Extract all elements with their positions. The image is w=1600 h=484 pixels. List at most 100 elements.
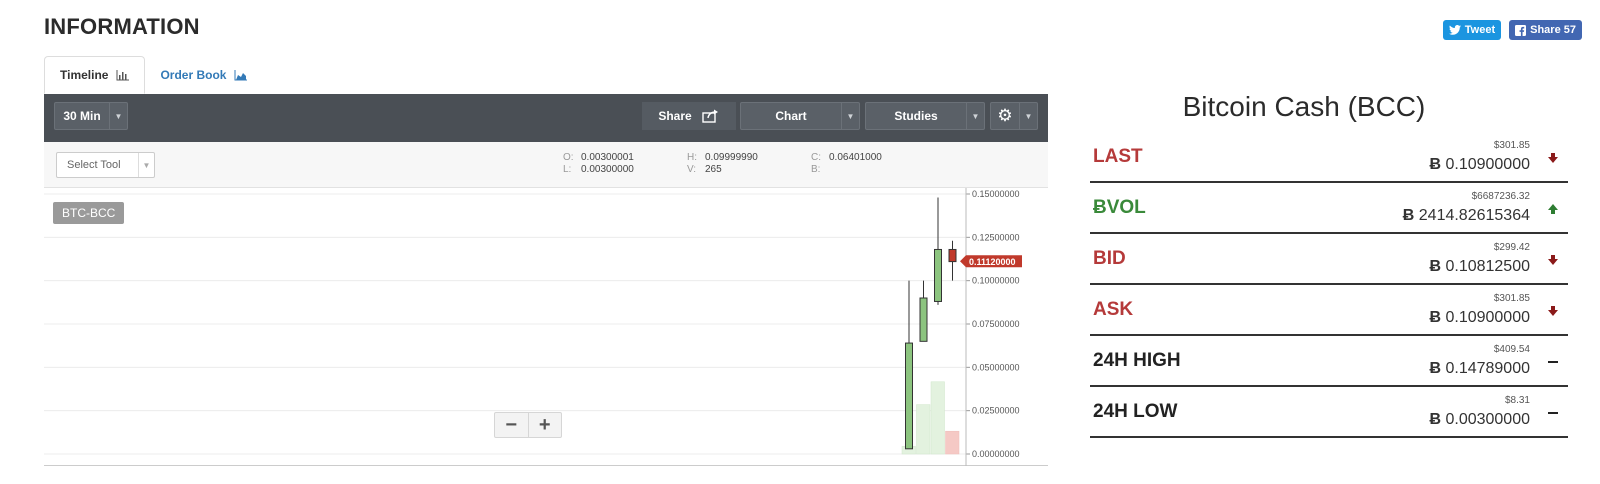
facebook-icon <box>1515 24 1527 36</box>
tweet-button[interactable]: Tweet <box>1442 20 1502 40</box>
select-tool-dropdown[interactable]: Select Tool ▼ <box>56 152 155 178</box>
share-label: Share <box>658 109 692 123</box>
btc-symbol: Ƀ <box>1429 309 1442 326</box>
stat-btc-amount: 0.00300000 <box>1445 411 1530 428</box>
high-key: H: <box>687 152 697 163</box>
arrow-down-icon <box>1546 304 1560 318</box>
stat-row: 24H HIGH $409.54 Ƀ 0.14789000 <box>1090 336 1568 387</box>
stat-label: LAST <box>1093 146 1143 168</box>
stat-label-text: BID <box>1093 248 1126 269</box>
low-key: L: <box>563 164 572 175</box>
stat-label: 24H LOW <box>1093 401 1177 423</box>
stat-label: ASK <box>1093 299 1133 321</box>
volume-key: V: <box>687 164 697 175</box>
volume-bar <box>930 381 945 455</box>
btc-symbol: Ƀ <box>1402 207 1415 224</box>
tab-timeline-label: Timeline <box>60 68 109 82</box>
last-price-label: 0.11120000 <box>969 257 1016 267</box>
chevron-down-icon: ▼ <box>841 103 859 129</box>
chart-tabs: Timeline Order Book <box>44 56 262 94</box>
ohlc-close: C: 0.06401000 B: <box>811 152 882 176</box>
stat-btc-value: Ƀ 2414.82615364 <box>1403 207 1530 225</box>
stat-label-text: LAST <box>1093 146 1143 167</box>
close-key: C: <box>811 152 821 163</box>
candle-body <box>948 248 957 263</box>
btc-symbol: Ƀ <box>1429 360 1442 377</box>
facebook-share-button[interactable]: Share 57 <box>1509 20 1582 40</box>
coin-title: Bitcoin Cash (BCC) <box>1182 91 1426 122</box>
arrow-down-icon <box>1546 151 1560 165</box>
stat-row: BID $299.42 Ƀ 0.10812500 <box>1090 234 1568 285</box>
interval-dropdown[interactable]: 30 Min ▼ <box>54 102 128 130</box>
ohlc-high-volume: H: 0.09999990 V: 265 <box>687 152 758 176</box>
stat-label-text: 24H LOW <box>1093 401 1178 422</box>
market-info-panel: Bitcoin Cash (BCC) LAST $301.85 Ƀ 0.109000… <box>1090 82 1568 438</box>
page-title: INFORMATION <box>44 14 200 39</box>
btc-symbol: Ƀ <box>1429 258 1442 275</box>
stat-btc-amount: 0.14789000 <box>1445 360 1530 377</box>
zoom-out-button[interactable]: − <box>495 413 528 437</box>
y-tick-label: 0.12500000 <box>972 232 1020 242</box>
bar-chart-icon <box>116 69 130 80</box>
stat-label-text: VOL <box>1106 197 1146 218</box>
chart-toolbar: 30 Min ▼ Share Chart ▼ Studies ▼ ⚙ ▼ <box>44 94 1048 142</box>
chart-plot-area[interactable]: 0.15000000 0.12500000 0.10000000 0.07500000… <box>44 188 1048 466</box>
stat-label-text: 24H HIGH <box>1093 350 1181 371</box>
stat-row: LAST $301.85 Ƀ 0.10900000 <box>1090 132 1568 183</box>
stat-btc-amount: 0.10812500 <box>1445 258 1530 275</box>
stat-usd-value: $409.54 <box>1493 344 1530 355</box>
y-tick-label: 0.00000000 <box>972 449 1020 459</box>
facebook-share-label: Share 57 <box>1530 24 1576 36</box>
price-chart-panel: 30 Min ▼ Share Chart ▼ Studies ▼ ⚙ ▼ Sel… <box>44 94 1048 466</box>
stat-label: BID <box>1093 248 1126 270</box>
volume-value: 265 <box>705 164 722 175</box>
candle-body <box>905 342 913 450</box>
stat-usd-value: $8.31 <box>1504 395 1530 406</box>
stat-label-text: ASK <box>1093 299 1134 320</box>
chart-type-label: Chart <box>775 109 807 123</box>
studies-label: Studies <box>894 109 938 123</box>
stat-btc-value: Ƀ 0.14789000 <box>1429 360 1530 378</box>
market-stats: LAST $301.85 Ƀ 0.10900000 ɃVOL $6687236.32 Ƀ … <box>1090 132 1568 438</box>
candle-body <box>919 297 928 342</box>
candle-body <box>934 248 942 302</box>
stat-usd-value: $301.85 <box>1493 140 1530 151</box>
tab-timeline[interactable]: Timeline <box>44 56 146 94</box>
btc-symbol: Ƀ <box>1429 156 1442 173</box>
stat-usd-value: $301.85 <box>1493 293 1530 304</box>
chart-type-dropdown[interactable]: Chart ▼ <box>740 102 860 130</box>
btc-symbol: Ƀ <box>1429 411 1442 428</box>
arrow-down-icon <box>1546 253 1560 267</box>
y-tick-label: 0.15000000 <box>972 189 1020 199</box>
y-tick-label: 0.10000000 <box>972 276 1020 286</box>
stat-row: ASK $301.85 Ƀ 0.10900000 <box>1090 285 1568 336</box>
stat-btc-value: Ƀ 0.10812500 <box>1429 258 1530 276</box>
stat-usd-value: $6687236.32 <box>1471 191 1530 202</box>
settings-dropdown[interactable]: ⚙ ▼ <box>990 102 1038 130</box>
social-buttons: Tweet Share 57 <box>1442 20 1582 40</box>
stat-row: 24H LOW $8.31 Ƀ 0.00300000 <box>1090 387 1568 438</box>
interval-label: 30 Min <box>63 109 101 123</box>
stat-btc-value: Ƀ 0.00300000 <box>1429 411 1530 429</box>
share-icon <box>701 109 718 123</box>
tab-order-book[interactable]: Order Book <box>145 56 262 94</box>
studies-dropdown[interactable]: Studies ▼ <box>865 102 985 130</box>
gear-icon: ⚙ <box>997 106 1013 125</box>
symbol-tag: BTC-BCC <box>53 202 125 224</box>
tab-order-book-label: Order Book <box>160 68 227 82</box>
dash-icon <box>1546 406 1560 420</box>
stat-btc-amount: 0.10900000 <box>1445 156 1530 173</box>
close-value: 0.06401000 <box>829 152 882 163</box>
dash-icon <box>1546 355 1560 369</box>
y-tick-label: 0.05000000 <box>972 362 1020 372</box>
open-key: O: <box>563 152 574 163</box>
select-tool-label: Select Tool <box>67 159 121 171</box>
btc-symbol: Ƀ <box>1093 197 1107 218</box>
ohlc-open-low: O: 0.00300001 L: 0.00300000 <box>563 152 634 176</box>
zoom-in-button[interactable]: + <box>527 413 562 437</box>
low-value: 0.00300000 <box>581 164 634 175</box>
chevron-down-icon: ▼ <box>966 103 984 129</box>
y-tick-label: 0.02500000 <box>972 406 1020 416</box>
volume-bar <box>916 404 931 455</box>
share-button[interactable]: Share <box>642 102 736 130</box>
